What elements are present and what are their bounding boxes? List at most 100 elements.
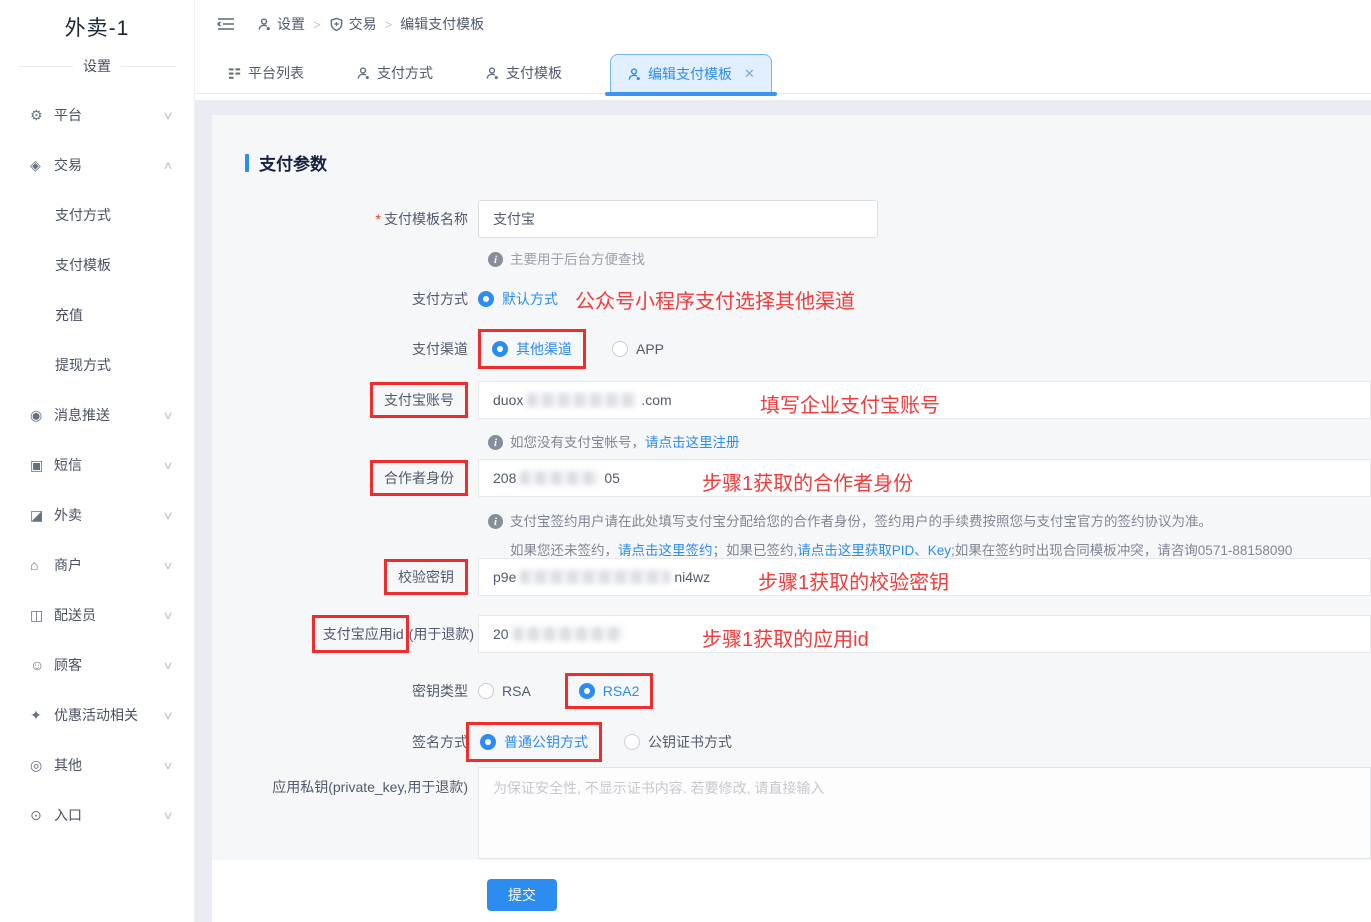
breadcrumb-item-2[interactable]: 编辑支付模板 — [400, 14, 484, 34]
sidebar-item-other[interactable]: ◎ 其他 ∨ — [0, 740, 194, 790]
radio-unselected-icon[interactable] — [478, 683, 494, 699]
takeout-icon: ◪ — [30, 506, 44, 523]
form-panel: 支付参数 支付模板名称 支付宝 i 主要用于后台方便查找 支付方式 默认方式 — [212, 115, 1371, 860]
sidebar-item-sms[interactable]: ▣ 短信 ∨ — [0, 440, 194, 490]
sidebar-item-merchant[interactable]: ⌂ 商户 ∨ — [0, 540, 194, 590]
sidebar-item-message-push[interactable]: ◉ 消息推送 ∨ — [0, 390, 194, 440]
radio-selected-icon[interactable] — [480, 734, 496, 750]
get-pid-key-link[interactable]: 请点击这里获取PID、Key — [797, 543, 951, 558]
info-icon: i — [488, 252, 503, 267]
promotion-icon: ✦ — [30, 706, 42, 723]
chevron-down-icon: ∨ — [162, 109, 174, 122]
radio-selected-icon[interactable] — [492, 341, 508, 357]
sidebar-item-courier[interactable]: ◫ 配送员 ∨ — [0, 590, 194, 640]
sign-type-label: 签名方式 — [412, 734, 468, 750]
other-icon: ◎ — [30, 756, 43, 773]
private-key-textarea[interactable]: 为保证安全性, 不显示证书内容. 若要修改, 请直接输入 — [478, 767, 1371, 859]
tab-平台列表[interactable]: 平台列表 — [223, 53, 308, 93]
sidebar-menu: ⚙ 平台 ∨ ◈ 交易 ∧ 支付方式 支付模板 充值 提现方式 ◉ 消息推送 ∨ ▣ 短信 ∨ ◪ 外卖 ∨ ⌂ 商户 ∨… — [0, 90, 194, 840]
submit-button[interactable]: 提交 — [487, 879, 557, 911]
sidebar-item-promotion[interactable]: ✦ 优惠活动相关 ∨ — [0, 690, 194, 740]
chevron-down-icon: ∨ — [162, 709, 174, 722]
sidebar-item-takeout[interactable]: ◪ 外卖 ∨ — [0, 490, 194, 540]
sign-type-option-cert[interactable]: 公钥证书方式 — [624, 732, 732, 752]
chevron-down-icon: ∨ — [162, 759, 174, 772]
tab-支付方式[interactable]: 支付方式 — [352, 53, 437, 93]
annotation-app-id: 步骤1获取的应用id — [702, 629, 869, 651]
header: 设置 > 交易 > 编辑支付模板 平台列表 支付方式 支付模板 编辑支付模板 ✕ — [195, 0, 1371, 100]
menu-fold-icon[interactable] — [217, 16, 235, 32]
courier-icon: ◫ — [30, 606, 44, 623]
sign-type-option-public[interactable]: 普通公钥方式 — [466, 722, 602, 762]
key-type-option-rsa[interactable]: RSA — [478, 683, 531, 699]
info-icon: i — [488, 435, 503, 450]
redacted-text — [520, 570, 671, 584]
redacted-text — [520, 471, 601, 485]
annotation-partner-id: 步骤1获取的合作者身份 — [702, 473, 914, 495]
person-icon — [356, 66, 371, 81]
check-key-label: 校验密钥 — [384, 559, 468, 595]
breadcrumb-separator: > — [313, 16, 321, 32]
info-icon: i — [488, 514, 503, 529]
chevron-down-icon: ∨ — [162, 459, 174, 472]
radio-unselected-icon[interactable] — [612, 341, 628, 357]
radio-selected-icon[interactable] — [578, 683, 595, 699]
sidebar-subitem-trade-2[interactable]: 充值 — [0, 290, 194, 340]
radio-unselected-icon[interactable] — [624, 734, 640, 750]
annotation-check-key: 步骤1获取的校验密钥 — [758, 572, 950, 594]
radio-selected-icon[interactable] — [478, 291, 494, 307]
alipay-account-hint: i 如您没有支付宝帐号，请点击这里注册 — [488, 428, 740, 457]
register-link[interactable]: 请点击这里注册 — [645, 435, 740, 450]
chevron-down-icon: ∨ — [162, 409, 174, 422]
tab-编辑支付模板[interactable]: 编辑支付模板 ✕ — [605, 54, 777, 96]
shield-icon — [329, 17, 344, 32]
key-type-option-rsa2[interactable]: RSA2 — [564, 673, 654, 709]
template-name-label: 支付模板名称 — [212, 209, 478, 229]
platform-icon: ⚙ — [30, 106, 43, 123]
sidebar-item-customer[interactable]: ☺ 顾客 ∨ — [0, 640, 194, 690]
private-key-label: 应用私钥(private_key,用于退款) — [272, 779, 468, 795]
person-icon — [627, 67, 642, 82]
message-push-icon: ◉ — [30, 406, 43, 423]
chevron-down-icon: ∨ — [162, 609, 174, 622]
template-name-hint: i 主要用于后台方便查找 — [488, 245, 645, 274]
app-id-input[interactable]: 20 — [478, 615, 1371, 653]
breadcrumb-item-1[interactable]: 交易 — [329, 14, 377, 34]
sidebar-section-label: 设置 — [18, 56, 176, 76]
close-icon[interactable]: ✕ — [744, 66, 755, 82]
redacted-text — [512, 627, 623, 641]
pay-channel-option-other[interactable]: 其他渠道 — [478, 329, 586, 369]
sidebar-subitem-trade-3[interactable]: 提现方式 — [0, 340, 194, 390]
annotation-alipay-account: 填写企业支付宝账号 — [760, 395, 940, 417]
chevron-up-icon: ∧ — [162, 159, 174, 172]
section-accent-bar — [245, 153, 249, 172]
partner-id-label: 合作者身份 — [370, 460, 468, 496]
person-icon — [257, 17, 272, 32]
sidebar-item-trade[interactable]: ◈ 交易 ∧ — [0, 140, 194, 190]
breadcrumb-item-0[interactable]: 设置 — [257, 14, 305, 34]
tab-bar: 平台列表 支付方式 支付模板 编辑支付模板 ✕ — [195, 48, 1371, 96]
partner-id-input[interactable]: 208 05 — [478, 459, 1371, 497]
private-key-placeholder: 为保证安全性, 不显示证书内容. 若要修改, 请直接输入 — [493, 780, 825, 796]
form-footer: 提交 — [212, 860, 1371, 922]
chevron-down-icon: ∨ — [162, 509, 174, 522]
pay-channel-label: 支付渠道 — [412, 341, 468, 357]
template-name-input[interactable]: 支付宝 — [478, 200, 878, 238]
pay-channel-option-app[interactable]: APP — [612, 341, 664, 357]
customer-icon: ☺ — [30, 657, 45, 673]
sidebar-item-entrance[interactable]: ⊙ 入口 ∨ — [0, 790, 194, 840]
key-type-label: 密钥类型 — [412, 683, 468, 699]
trade-icon: ◈ — [30, 156, 41, 173]
pay-method-option-default[interactable]: 默认方式 — [478, 289, 558, 309]
tab-支付模板[interactable]: 支付模板 — [481, 53, 566, 93]
list-icon — [227, 66, 242, 81]
chevron-down-icon: ∨ — [162, 559, 174, 572]
sidebar-item-platform[interactable]: ⚙ 平台 ∨ — [0, 90, 194, 140]
sidebar-subitem-trade-0[interactable]: 支付方式 — [0, 190, 194, 240]
sign-contract-link[interactable]: 请点击这里签约 — [618, 543, 713, 558]
breadcrumb-separator: > — [384, 16, 393, 32]
sidebar-subitem-trade-1[interactable]: 支付模板 — [0, 240, 194, 290]
merchant-icon: ⌂ — [30, 557, 39, 573]
app-title: 外卖-1 — [64, 17, 130, 40]
app-id-label: 支付宝应用id — [311, 615, 409, 653]
